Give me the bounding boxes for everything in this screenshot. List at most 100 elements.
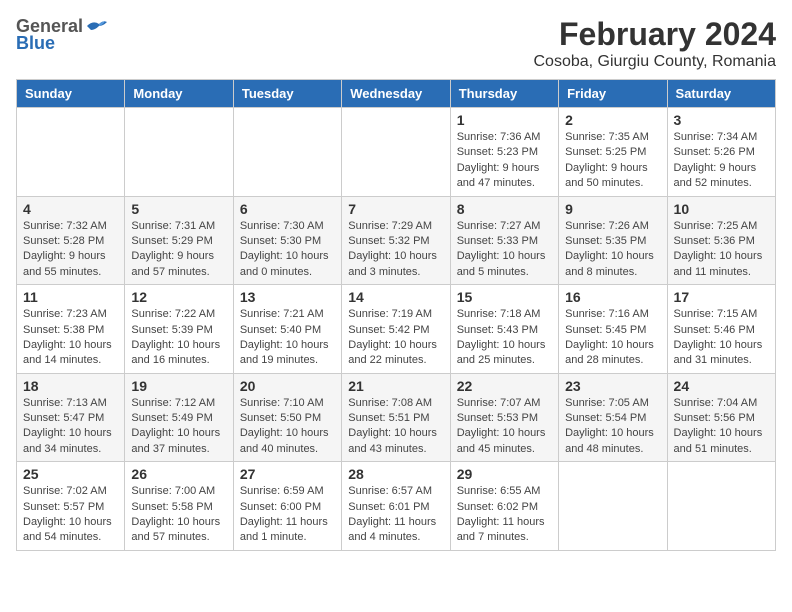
calendar-cell: 29 Sunrise: 6:55 AM Sunset: 6:02 PM Dayli… — [450, 462, 558, 551]
day-info: Sunrise: 7:30 AM Sunset: 5:30 PM Dayligh… — [240, 219, 335, 281]
calendar-header-row: Sunday Monday Tuesday Wednesday Thursday… — [17, 80, 776, 108]
col-thursday: Thursday — [450, 80, 558, 108]
day-number: 18 — [23, 378, 118, 394]
calendar-table: Sunday Monday Tuesday Wednesday Thursday… — [16, 79, 776, 551]
calendar-cell: 27 Sunrise: 6:59 AM Sunset: 6:00 PM Dayli… — [233, 462, 341, 551]
calendar-cell: 17Sunrise: 7:15 AM Sunset: 5:46 PM Dayli… — [667, 285, 775, 374]
calendar-cell: 9Sunrise: 7:26 AM Sunset: 5:35 PM Daylig… — [559, 196, 667, 285]
day-number: 1 — [457, 112, 552, 128]
day-info: Sunrise: 7:16 AM Sunset: 5:45 PM Dayligh… — [565, 307, 660, 369]
calendar-cell — [125, 108, 233, 197]
col-friday: Friday — [559, 80, 667, 108]
calendar-cell: 4 Sunrise: 7:32 AM Sunset: 5:28 PM Daylig… — [17, 196, 125, 285]
day-info: Sunrise: 7:21 AM Sunset: 5:40 PM Dayligh… — [240, 307, 335, 369]
week-row-2: 4 Sunrise: 7:32 AM Sunset: 5:28 PM Daylig… — [17, 196, 776, 285]
day-number: 2 — [565, 112, 660, 128]
day-number: 21 — [348, 378, 443, 394]
calendar-cell: 5Sunrise: 7:31 AM Sunset: 5:29 PM Daylig… — [125, 196, 233, 285]
day-info: Sunrise: 6:55 AM Sunset: 6:02 PM Dayligh… — [457, 484, 552, 546]
day-info: Sunrise: 7:36 AM Sunset: 5:23 PM Dayligh… — [457, 130, 552, 192]
day-number: 10 — [674, 201, 769, 217]
calendar-cell: 10Sunrise: 7:25 AM Sunset: 5:36 PM Dayli… — [667, 196, 775, 285]
day-info: Sunrise: 7:08 AM Sunset: 5:51 PM Dayligh… — [348, 396, 443, 458]
day-info: Sunrise: 6:57 AM Sunset: 6:01 PM Dayligh… — [348, 484, 443, 546]
day-info: Sunrise: 7:35 AM Sunset: 5:25 PM Dayligh… — [565, 130, 660, 192]
day-info: Sunrise: 7:12 AM Sunset: 5:49 PM Dayligh… — [131, 396, 226, 458]
day-number: 6 — [240, 201, 335, 217]
day-info: Sunrise: 7:26 AM Sunset: 5:35 PM Dayligh… — [565, 219, 660, 281]
day-number: 26 — [131, 466, 226, 482]
calendar-cell — [342, 108, 450, 197]
day-number: 4 — [23, 201, 118, 217]
day-info: Sunrise: 7:18 AM Sunset: 5:43 PM Dayligh… — [457, 307, 552, 369]
day-number: 12 — [131, 289, 226, 305]
calendar-cell: 20 Sunrise: 7:10 AM Sunset: 5:50 PM Dayli… — [233, 373, 341, 462]
day-number: 25 — [23, 466, 118, 482]
day-info: Sunrise: 7:32 AM Sunset: 5:28 PM Dayligh… — [23, 219, 118, 281]
day-number: 8 — [457, 201, 552, 217]
day-number: 20 — [240, 378, 335, 394]
day-info: Sunrise: 7:29 AM Sunset: 5:32 PM Dayligh… — [348, 219, 443, 281]
day-info: Sunrise: 7:02 AM Sunset: 5:57 PM Dayligh… — [23, 484, 118, 546]
calendar-cell: 23 Sunrise: 7:05 AM Sunset: 5:54 PM Dayli… — [559, 373, 667, 462]
calendar-cell: 22Sunrise: 7:07 AM Sunset: 5:53 PM Dayli… — [450, 373, 558, 462]
day-number: 3 — [674, 112, 769, 128]
day-number: 11 — [23, 289, 118, 305]
day-info: Sunrise: 7:19 AM Sunset: 5:42 PM Dayligh… — [348, 307, 443, 369]
calendar-cell — [667, 462, 775, 551]
calendar-cell — [559, 462, 667, 551]
calendar-cell: 28 Sunrise: 6:57 AM Sunset: 6:01 PM Dayli… — [342, 462, 450, 551]
logo-bird-icon — [85, 18, 109, 36]
day-number: 19 — [131, 378, 226, 394]
calendar-cell: 3 Sunrise: 7:34 AM Sunset: 5:26 PM Daylig… — [667, 108, 775, 197]
calendar-cell: 15Sunrise: 7:18 AM Sunset: 5:43 PM Dayli… — [450, 285, 558, 374]
day-number: 5 — [131, 201, 226, 217]
title-block: February 2024 Cosoba, Giurgiu County, Ro… — [534, 16, 777, 71]
col-wednesday: Wednesday — [342, 80, 450, 108]
week-row-4: 18 Sunrise: 7:13 AM Sunset: 5:47 PM Dayli… — [17, 373, 776, 462]
col-tuesday: Tuesday — [233, 80, 341, 108]
day-info: Sunrise: 7:00 AM Sunset: 5:58 PM Dayligh… — [131, 484, 226, 546]
col-monday: Monday — [125, 80, 233, 108]
calendar-cell: 21 Sunrise: 7:08 AM Sunset: 5:51 PM Dayli… — [342, 373, 450, 462]
page-title: February 2024 — [534, 16, 777, 53]
calendar-cell — [233, 108, 341, 197]
page-subtitle: Cosoba, Giurgiu County, Romania — [534, 53, 777, 71]
day-number: 7 — [348, 201, 443, 217]
calendar-cell: 13 Sunrise: 7:21 AM Sunset: 5:40 PM Dayli… — [233, 285, 341, 374]
page-header: General Blue February 2024 Cosoba, Giurg… — [16, 16, 776, 71]
calendar-cell: 25 Sunrise: 7:02 AM Sunset: 5:57 PM Dayli… — [17, 462, 125, 551]
day-info: Sunrise: 7:34 AM Sunset: 5:26 PM Dayligh… — [674, 130, 769, 192]
day-number: 24 — [674, 378, 769, 394]
day-info: Sunrise: 7:13 AM Sunset: 5:47 PM Dayligh… — [23, 396, 118, 458]
day-info: Sunrise: 7:27 AM Sunset: 5:33 PM Dayligh… — [457, 219, 552, 281]
calendar-cell: 16 Sunrise: 7:16 AM Sunset: 5:45 PM Dayli… — [559, 285, 667, 374]
day-number: 22 — [457, 378, 552, 394]
day-info: Sunrise: 7:22 AM Sunset: 5:39 PM Dayligh… — [131, 307, 226, 369]
calendar-cell: 7 Sunrise: 7:29 AM Sunset: 5:32 PM Daylig… — [342, 196, 450, 285]
calendar-cell: 11 Sunrise: 7:23 AM Sunset: 5:38 PM Dayli… — [17, 285, 125, 374]
day-info: Sunrise: 7:05 AM Sunset: 5:54 PM Dayligh… — [565, 396, 660, 458]
day-number: 28 — [348, 466, 443, 482]
week-row-1: 1 Sunrise: 7:36 AM Sunset: 5:23 PM Daylig… — [17, 108, 776, 197]
day-info: Sunrise: 6:59 AM Sunset: 6:00 PM Dayligh… — [240, 484, 335, 546]
day-number: 14 — [348, 289, 443, 305]
day-number: 17 — [674, 289, 769, 305]
day-number: 13 — [240, 289, 335, 305]
calendar-cell: 24Sunrise: 7:04 AM Sunset: 5:56 PM Dayli… — [667, 373, 775, 462]
day-number: 29 — [457, 466, 552, 482]
calendar-cell: 18 Sunrise: 7:13 AM Sunset: 5:47 PM Dayli… — [17, 373, 125, 462]
calendar-cell: 2 Sunrise: 7:35 AM Sunset: 5:25 PM Daylig… — [559, 108, 667, 197]
day-info: Sunrise: 7:10 AM Sunset: 5:50 PM Dayligh… — [240, 396, 335, 458]
calendar-cell: 14 Sunrise: 7:19 AM Sunset: 5:42 PM Dayli… — [342, 285, 450, 374]
calendar-cell: 6 Sunrise: 7:30 AM Sunset: 5:30 PM Daylig… — [233, 196, 341, 285]
week-row-3: 11 Sunrise: 7:23 AM Sunset: 5:38 PM Dayli… — [17, 285, 776, 374]
day-number: 23 — [565, 378, 660, 394]
day-number: 16 — [565, 289, 660, 305]
day-info: Sunrise: 7:23 AM Sunset: 5:38 PM Dayligh… — [23, 307, 118, 369]
day-number: 27 — [240, 466, 335, 482]
logo-blue-text: Blue — [16, 33, 55, 54]
calendar-cell: 8 Sunrise: 7:27 AM Sunset: 5:33 PM Daylig… — [450, 196, 558, 285]
col-saturday: Saturday — [667, 80, 775, 108]
calendar-cell — [17, 108, 125, 197]
